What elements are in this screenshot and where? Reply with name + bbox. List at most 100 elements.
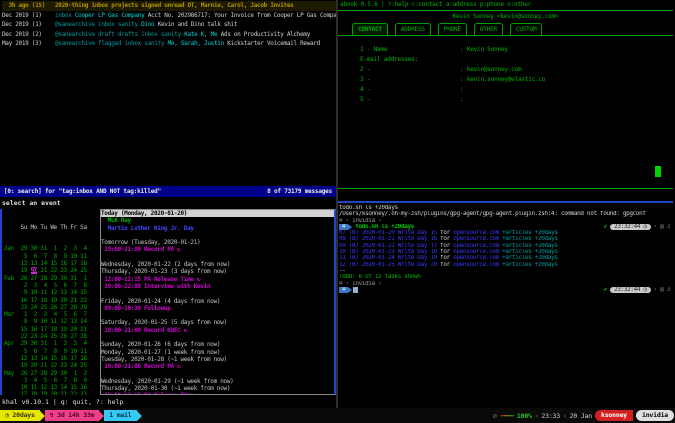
abook-tab-custom[interactable]: CUSTOM [510,23,542,35]
event-list-item[interactable]: 12:00-12:15 PA Release Time ↻ [101,392,334,395]
mail-pane[interactable]: 3h ago (15) 2020-thing inbox projects si… [0,0,336,197]
calendar-month-label [4,289,21,296]
calendar-week-row: 5 6 7 8 9 10 11 [4,253,100,260]
event-list-item[interactable]: 19:00-21:00 Record PA ↻ [101,246,334,253]
output-segment: opensource.com [453,262,502,268]
event-list-item[interactable]: Today (Monday, 2020-01-20) [101,210,334,217]
event-list-spacer [101,334,334,341]
calendar-month-label [4,253,21,260]
abook-field-row[interactable]: 4 -: [338,85,673,95]
mail-row[interactable]: Dec 2019 (2) @sanearchive draft drafts i… [2,30,336,40]
calendar-month-label: Mar [4,311,21,318]
calendar-month-label [4,304,21,311]
khal-event-list[interactable]: Today (Monday, 2020-01-20) MLK Day Marti… [100,209,336,395]
tmux-status-right: ∅▸▸▸▸▸▸▸100%‹23:33‹20 Janksonneyinvidia [493,410,675,421]
abook-field-label: 1 - Name [338,45,460,55]
abook-field-row[interactable]: 2 -: kevin@sonney.com [338,65,673,75]
calendar-week-row: 5 6 7 8 9 10 11 [4,348,100,355]
event-list-item[interactable]: 19:00-22:00 Interview with Kevin [101,283,334,290]
calendar-days: 29 30 31 1 2 3 4 [21,245,87,252]
abook-field-row[interactable]: E-mail addresses: [338,55,673,65]
mail-row-segment: Dec 2019 (1) [2,12,55,19]
calendar-days: 19 [21,267,31,274]
event-list-item[interactable]: Sunday, 2020-01-26 (6 days from now) [101,341,334,348]
mail-row[interactable]: Dec 2019 (1) @sanearchive inbox sanity D… [2,20,336,30]
khal-calendar: Su Mo Tu We Th Fr Sa Jan 29 30 31 1 2 3 … [0,209,100,395]
event-list-item[interactable]: 19:00-21:00 Record PA ↻ [101,363,334,370]
abook-tabs: CONTACT ADDRESS PHONE OTHER CUSTOM [338,22,673,36]
abook-tab-other[interactable]: OTHER [474,23,503,35]
event-list-item[interactable]: Wednesday, 2020-01-29 (~1 week from now) [101,378,334,385]
event-list-item[interactable]: 12:00-12:15 PA Release Time ↻ [101,276,334,283]
battery-indicator: ▸▸▸▸▸▸▸ [500,413,514,419]
mail-row[interactable]: 3h ago (15) 2020-thing inbox projects si… [2,1,336,11]
separator-icon: ‹ [563,412,567,420]
event-list-item[interactable]: Thursday, 2020-01-30 (~1 week from now) [101,385,334,392]
mail-row-segment: Cooper LP Gas Company [75,12,148,19]
event-list-item[interactable]: Thursday, 2020-01-23 (3 days from now) [101,268,334,275]
mail-row[interactable]: Dec 2019 (1) inbox Cooper LP Gas Company… [2,11,336,21]
abook-field-row[interactable]: 3 -: kevin.sonney@elastic.co [338,75,673,85]
abook-field-value: : Kevin Sonney [460,45,508,55]
terminal-screen: 3h ago (15) 2020-thing inbox projects si… [0,0,675,423]
calendar-week-row: 16 17 18 19 20 21 22 [4,297,100,304]
terminal-output-line: /Users/ksonney/.oh-my-zsh/plugins/gpg-ag… [339,211,672,217]
calendar-rows: Jan 29 30 31 1 2 3 4 5 6 7 8 9 10 11 12 … [4,245,100,395]
calendar-month-label [4,391,21,395]
abook-field-row[interactable]: 5 -: [338,95,673,105]
khal-footer: khal v0.10.1 | q: quit, ?: help [0,397,336,408]
calendar-days: 17 18 19 20 21 22 23 [21,391,87,395]
abook-tab-contact[interactable]: CONTACT [352,23,388,35]
calendar-weekday-header: Su Mo Tu We Th Fr Sa [4,224,100,231]
output-segment: +articles +20days [502,262,557,268]
mail-row-segment: Kevin and Dino talk shit [158,21,238,28]
clock-widget: 23:32:44 ◷ [610,287,651,293]
mail-row-segment: Ads on Productivity Alchemy [221,31,310,38]
event-list-item[interactable]: 18:00-21:00 Record KUEC ↻ [101,327,334,334]
mail-row-segment: 2020-thing inbox projects signed unread [55,2,188,9]
mail-message-count: 8 of 73179 messages [267,186,332,197]
event-list-item[interactable]: Friday, 2020-01-24 (4 days from now) [101,298,334,305]
khal-body: Su Mo Tu We Th Fr Sa Jan 29 30 31 1 2 3 … [0,209,336,395]
event-list-item[interactable]: MLK Day [101,217,334,224]
mail-row-segment: @sanearchive draft drafts inbox sanity [55,31,184,38]
calendar-month-label [4,348,21,355]
abook-selected-contact: Kevin Sonney <kevin@sonney.com> [338,11,673,22]
abook-field-row[interactable]: 1 - Name: Kevin Sonney [338,45,673,55]
chevron-icon: › [378,281,381,287]
mail-row-segment: @sanearchive flagged inbox sanity [55,40,168,47]
separator-icon: ‹ [535,412,539,420]
terminal-cursor [353,287,358,293]
mail-row-segment: DT, Marnie, Carol, Jacob [188,2,271,9]
mail-status-bar: [0: search] for "tag:inbox AND NOT tag:k… [0,186,336,197]
calendar-month-label [4,355,21,362]
shell-command-line[interactable]: ⌘✔23:32:44 ◷‹ ▤ 3 [339,287,672,293]
event-list-item[interactable]: Martin Luther King Jr. Day [101,225,334,232]
khal-pane[interactable]: select an event Su Mo Tu We Th Fr Sa Jan… [0,197,336,408]
powerline-arrow [348,287,352,293]
abook-field-value: : kevin.sonney@elastic.co [460,75,545,85]
mute-icon: ∅ [493,412,497,420]
mail-row-segment: Kate K, Me [184,31,220,38]
calendar-month-label [4,326,21,333]
event-list-item[interactable]: Tomorrow (Tuesday, 2020-01-21) [101,239,334,246]
event-list-item[interactable]: Monday, 2020-01-27 (1 week from now) [101,349,334,356]
mail-search-query: [0: search] for "tag:inbox AND NOT tag:k… [4,186,161,197]
abook-field-label: 5 - [338,95,460,105]
calendar-month-label [4,384,21,391]
abook-tab-phone[interactable]: PHONE [438,23,467,35]
tmux-pill-3d-14h-33m: ↯ 3d 14h 33m [45,410,100,421]
event-list-item[interactable]: Tuesday, 2020-01-28 (~1 week from now) [101,356,334,363]
mail-row[interactable]: May 2019 (3) @sanearchive flagged inbox … [2,39,336,49]
event-list-item[interactable]: 09:00-10:30 Followup [101,305,334,312]
calendar-days: 5 6 7 8 9 10 11 [21,348,87,355]
right-prompt: ✔23:32:44 ◷‹ ▤ 3 [604,224,672,230]
abook-tab-address[interactable]: ADDRESS [395,23,431,35]
abook-field-label: 2 - [338,65,460,75]
event-list-item[interactable]: Wednesday, 2020-01-22 (2 days from now) [101,261,334,268]
calendar-week-row: 8 9 10 11 12 13 14 [4,318,100,325]
calendar-month-label: May [4,370,21,377]
abook-pane[interactable]: abook 0.5.6 | ?:help c:contact a:address… [338,0,673,203]
todo-pane[interactable]: todo.sh ls +20days/Users/ksonney/.oh-my-… [338,203,673,408]
event-list-item[interactable]: Saturday, 2020-01-25 (5 days from now) [101,319,334,326]
